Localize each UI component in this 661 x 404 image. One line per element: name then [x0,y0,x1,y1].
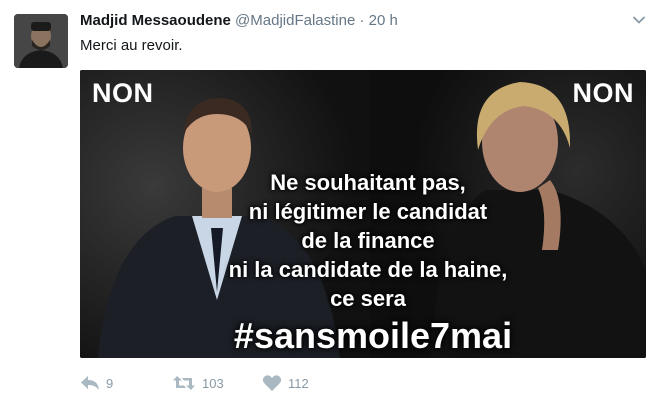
caption-line: ni la candidate de la haine, [228,257,508,282]
caption-line: ni légitimer le candidat [248,199,488,224]
timestamp[interactable]: 20 h [369,12,398,29]
like-icon [262,375,282,391]
reply-count: 9 [106,375,114,391]
author-handle[interactable]: @MadjidFalastine [235,12,355,29]
like-button[interactable]: 112 [262,372,309,394]
reply-button[interactable]: 9 [80,372,113,394]
like-count: 112 [288,375,309,391]
author-name[interactable]: Madjid Messaoudene [80,12,231,29]
retweet-count: 103 [202,375,224,391]
image-caption: Ne souhaitant pas, ni légitimer le candi… [190,168,546,313]
separator-dot: · [359,12,365,29]
caption-line: ce sera [330,286,406,311]
retweet-icon [173,376,195,390]
label-non-right: NON [572,78,634,108]
avatar[interactable] [14,14,68,68]
caption-line: Ne souhaitant pas, [270,170,466,195]
tweet: Madjid Messaoudene @MadjidFalastine · 20… [0,0,661,404]
caption-line: de la finance [301,228,435,253]
tweet-media-image[interactable]: NON NON Ne souhaitant pas, ni légitimer … [80,70,646,358]
chevron-down-icon[interactable] [631,12,647,28]
reply-icon [81,376,99,390]
tweet-header: Madjid Messaoudene @MadjidFalastine · 20… [80,12,398,29]
avatar-photo [14,14,68,68]
image-hashtag: #sansmoile7mai [233,315,513,356]
tweet-text: Merci au revoir. [80,37,183,54]
label-non-left: NON [92,78,154,108]
retweet-button[interactable]: 103 [172,372,224,394]
